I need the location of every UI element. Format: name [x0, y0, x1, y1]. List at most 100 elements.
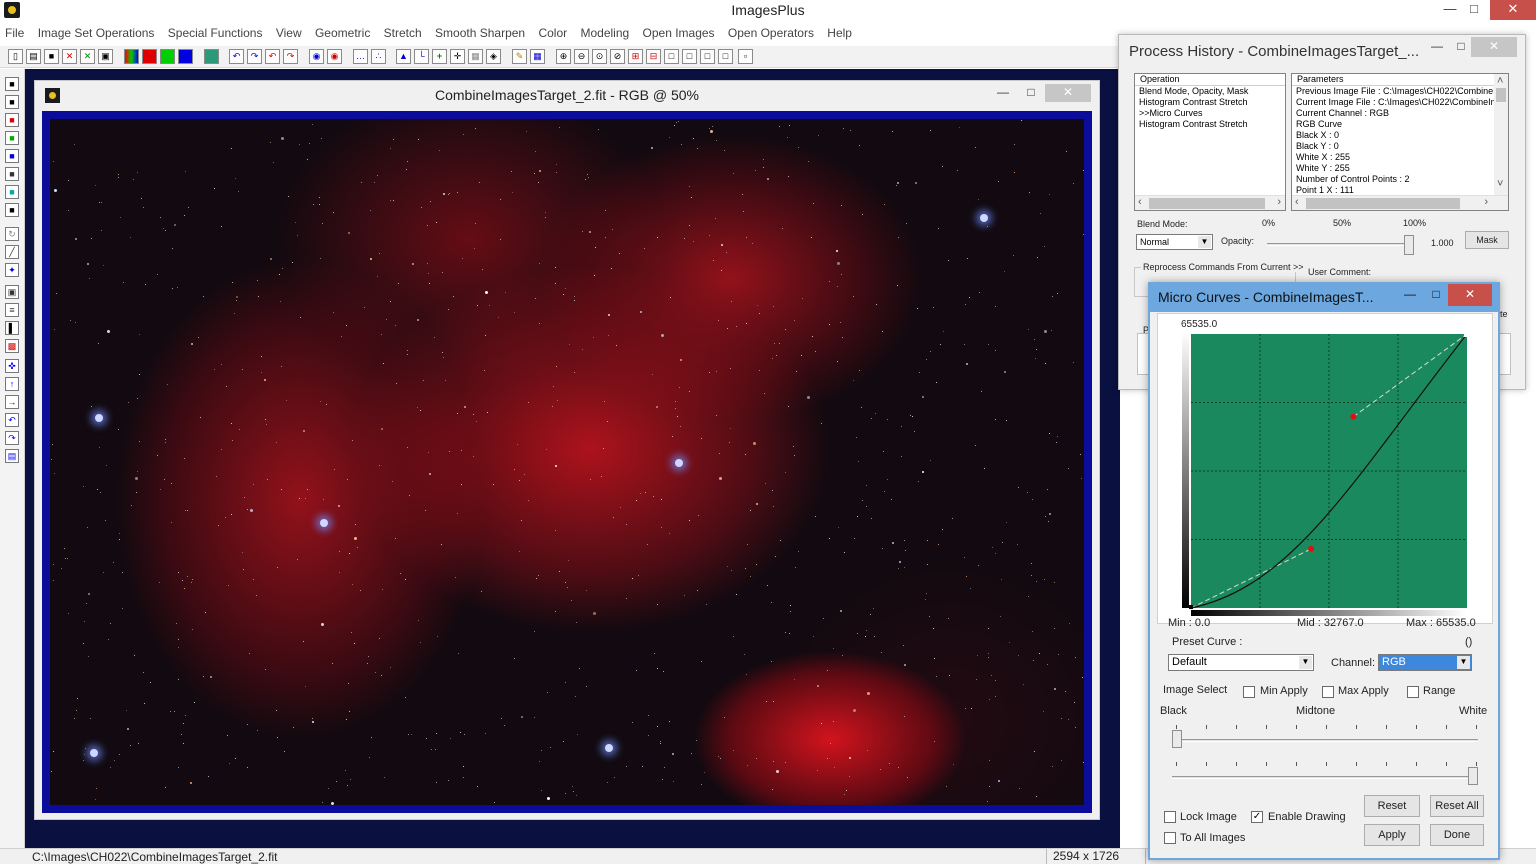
frame-5-icon[interactable]: ▫: [738, 49, 753, 64]
menu-help[interactable]: Help: [822, 23, 857, 43]
frame-4-icon[interactable]: □: [718, 49, 733, 64]
max-apply-checkbox[interactable]: [1322, 686, 1334, 698]
line-tool-icon[interactable]: ╱: [5, 245, 19, 259]
print-icon[interactable]: ▣: [98, 49, 113, 64]
bar-tool-icon[interactable]: ▌: [5, 321, 19, 335]
close-all-icon[interactable]: ✕: [80, 49, 95, 64]
crosshair-icon[interactable]: ✛: [450, 49, 465, 64]
menu-color[interactable]: Color: [533, 23, 572, 43]
opacity-slider-thumb[interactable]: [1404, 235, 1414, 255]
chevron-down-icon[interactable]: ▼: [1299, 656, 1312, 669]
zoom-out-icon[interactable]: ⊖: [574, 49, 589, 64]
axes-icon[interactable]: └: [414, 49, 429, 64]
cyan-tool-icon[interactable]: ■: [5, 185, 19, 199]
maximize-icon[interactable]: □: [1458, 0, 1490, 20]
save-tool-icon[interactable]: ■: [5, 77, 19, 91]
green-channel-icon[interactable]: [160, 49, 175, 64]
black-tool-icon[interactable]: ■: [5, 95, 19, 109]
grid-small-icon[interactable]: ▦: [530, 49, 545, 64]
history-close-icon[interactable]: ✕: [1471, 37, 1517, 57]
parameters-list[interactable]: Parameters Previous Image File : C:\Imag…: [1291, 73, 1509, 211]
operation-item[interactable]: Histogram Contrast Stretch: [1135, 119, 1285, 130]
menu-stretch[interactable]: Stretch: [379, 23, 427, 43]
frame-3-icon[interactable]: □: [700, 49, 715, 64]
refresh-tool-icon[interactable]: ↻: [5, 227, 19, 241]
nebula-image[interactable]: [50, 119, 1084, 805]
gray-tool-icon[interactable]: ■: [5, 167, 19, 181]
blue-channel-icon[interactable]: [178, 49, 193, 64]
white-point-slider-thumb[interactable]: [1468, 767, 1478, 785]
menu-open-operators[interactable]: Open Operators: [723, 23, 819, 43]
opacity-slider-track[interactable]: [1267, 243, 1409, 246]
zoom-minus-icon[interactable]: ⊟: [646, 49, 661, 64]
table-icon[interactable]: ▦: [468, 49, 483, 64]
menu-geometric[interactable]: Geometric: [310, 23, 375, 43]
save-icon[interactable]: ■: [44, 49, 59, 64]
curves-title-bar[interactable]: Micro Curves - CombineImagesT... — □ ✕: [1150, 284, 1498, 312]
channel-select[interactable]: RGB ▼: [1378, 654, 1472, 671]
menu-modeling[interactable]: Modeling: [575, 23, 634, 43]
blend-mode-select[interactable]: Normal ▼: [1136, 234, 1213, 250]
white-point-slider-track[interactable]: [1172, 776, 1478, 779]
close-icon[interactable]: ✕: [1490, 0, 1536, 20]
frame-1-icon[interactable]: □: [664, 49, 679, 64]
grid-icon[interactable]: [204, 49, 219, 64]
menu-special-functions[interactable]: Special Functions: [163, 23, 268, 43]
image-select-label[interactable]: Image Select: [1163, 684, 1227, 696]
undo-all-icon[interactable]: ↶: [265, 49, 280, 64]
zoom-fit-icon[interactable]: ⊙: [592, 49, 607, 64]
image-window-title-bar[interactable]: CombineImagesTarget_2.fit - RGB @ 50% — …: [35, 81, 1099, 109]
lock-image-checkbox[interactable]: [1164, 811, 1176, 823]
chevron-down-icon[interactable]: ▼: [1457, 656, 1470, 669]
scroll-thumb[interactable]: [1306, 198, 1460, 209]
curve-graph[interactable]: [1158, 314, 1494, 625]
scroll-right-icon[interactable]: ›: [1277, 196, 1281, 208]
pencil-icon[interactable]: ✎: [512, 49, 527, 64]
preset-curve-select[interactable]: Default ▼: [1168, 654, 1314, 671]
scroll-right-icon[interactable]: ›: [1484, 196, 1488, 208]
dotted-line-icon[interactable]: …: [353, 49, 368, 64]
min-apply-checkbox[interactable]: [1243, 686, 1255, 698]
stack-tool-icon[interactable]: ▤: [5, 449, 19, 463]
enable-drawing-checkbox[interactable]: ✓: [1251, 811, 1263, 823]
curves-close-icon[interactable]: ✕: [1448, 284, 1492, 306]
vscroll-thumb[interactable]: [1496, 88, 1506, 102]
rotate-right-tool-icon[interactable]: ↷: [5, 431, 19, 445]
green-tool-icon[interactable]: ■: [5, 131, 19, 145]
parameters-vscroll[interactable]: ˄ ˅: [1494, 74, 1508, 195]
menu-smooth-sharpen[interactable]: Smooth Sharpen: [430, 23, 530, 43]
done-button[interactable]: Done: [1430, 824, 1484, 846]
operation-item[interactable]: Blend Mode, Opacity, Mask: [1135, 86, 1285, 97]
levels-tool-icon[interactable]: ≡: [5, 303, 19, 317]
star-detect-icon[interactable]: ◉: [309, 49, 324, 64]
reprocess-label[interactable]: Reprocess Commands From Current >>: [1141, 262, 1306, 272]
reset-all-button[interactable]: Reset All: [1430, 795, 1484, 817]
zoom-100-icon[interactable]: ⊘: [610, 49, 625, 64]
redo-all-icon[interactable]: ↷: [283, 49, 298, 64]
arrow-right-tool-icon[interactable]: →: [5, 395, 19, 409]
scroll-down-icon[interactable]: ˅: [1497, 178, 1503, 190]
to-all-images-checkbox[interactable]: [1164, 832, 1176, 844]
plot-icon[interactable]: ∴: [371, 49, 386, 64]
new-file-icon[interactable]: ▯: [8, 49, 23, 64]
rgb-channel-icon[interactable]: [124, 49, 139, 64]
rotate-left-tool-icon[interactable]: ↶: [5, 413, 19, 427]
image-maximize-icon[interactable]: □: [1015, 84, 1047, 102]
menu-view[interactable]: View: [271, 23, 307, 43]
scroll-up-icon[interactable]: ˄: [1497, 75, 1503, 87]
redo-icon[interactable]: ↷: [247, 49, 262, 64]
image-close-icon[interactable]: ✕: [1045, 84, 1091, 102]
move-tool-icon[interactable]: ✜: [5, 359, 19, 373]
red-channel-icon[interactable]: [142, 49, 157, 64]
operation-item[interactable]: Histogram Contrast Stretch: [1135, 97, 1285, 108]
crop-tool-icon[interactable]: ▩: [5, 339, 19, 353]
star-mask-icon[interactable]: ◉: [327, 49, 342, 64]
mask-button[interactable]: Mask: [1465, 231, 1509, 249]
undo-icon[interactable]: ↶: [229, 49, 244, 64]
menu-open-images[interactable]: Open Images: [638, 23, 720, 43]
scroll-left-icon[interactable]: ‹: [1295, 196, 1299, 208]
triangle-icon[interactable]: ▲: [396, 49, 411, 64]
star-tool-icon[interactable]: ✦: [5, 263, 19, 277]
mono-tool-icon[interactable]: ■: [5, 203, 19, 217]
open-file-icon[interactable]: ▤: [26, 49, 41, 64]
